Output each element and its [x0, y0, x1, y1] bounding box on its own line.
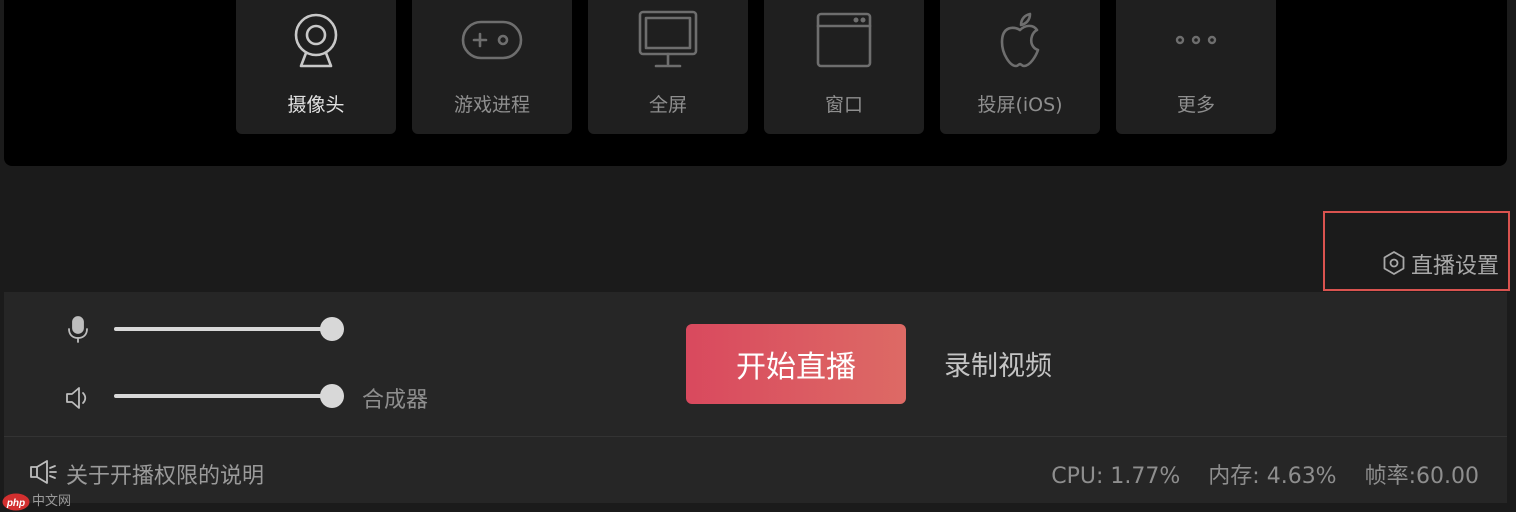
source-ios-mirror[interactable]: 投屏(iOS) [940, 0, 1100, 134]
watermark: php 中文网 [2, 493, 71, 511]
source-panel: 摄像头 游戏进程 全屏 窗口 投屏(iOS) 更多 [4, 0, 1507, 166]
webcam-icon [284, 8, 348, 72]
source-fullscreen[interactable]: 全屏 [588, 0, 748, 134]
source-window[interactable]: 窗口 [764, 0, 924, 134]
apple-icon [988, 8, 1052, 72]
window-icon [812, 8, 876, 72]
settings-hexagon-icon [1381, 250, 1407, 276]
mic-volume-thumb[interactable] [320, 317, 344, 341]
start-live-button[interactable]: 开始直播 [686, 324, 906, 404]
performance-stats: CPU: 1.77% 内存: 4.63% 帧率:60.00 [1023, 458, 1479, 490]
source-camera-label: 摄像头 [287, 94, 345, 116]
status-bar: 关于开播权限的说明 CPU: 1.77% 内存: 4.63% 帧率:60.00 [4, 437, 1507, 503]
speaker-volume-fill [114, 394, 332, 398]
megaphone-icon [28, 457, 58, 487]
source-fullscreen-label: 全屏 [648, 94, 687, 116]
mic-volume-slider[interactable] [114, 316, 344, 342]
source-window-label: 窗口 [824, 94, 863, 116]
source-more[interactable]: 更多 [1116, 0, 1276, 134]
monitor-icon [636, 8, 700, 72]
source-camera[interactable]: 摄像头 [236, 0, 396, 134]
mic-volume-fill [114, 327, 332, 331]
microphone-icon[interactable] [63, 314, 93, 344]
source-game-label: 游戏进程 [453, 94, 530, 116]
live-settings-label: 直播设置 [1411, 254, 1500, 279]
source-ios-label: 投屏(iOS) [977, 94, 1063, 116]
speaker-icon[interactable] [63, 383, 93, 413]
svg-text:php: php [6, 498, 25, 509]
live-studio-window: 摄像头 游戏进程 全屏 窗口 投屏(iOS) 更多 直播设置 合成器 开始直播 … [0, 0, 1516, 512]
memory-usage: 内存: 4.63% [1208, 464, 1337, 489]
permission-notice-text: 关于开播权限的说明 [66, 464, 265, 489]
frame-rate: 帧率:60.00 [1364, 464, 1479, 489]
watermark-text: 中文网 [32, 494, 72, 509]
more-icon [1164, 8, 1228, 72]
source-game-process[interactable]: 游戏进程 [412, 0, 572, 134]
php-logo: php [2, 493, 30, 511]
mixer-button[interactable]: 合成器 [362, 382, 428, 414]
speaker-volume-thumb[interactable] [320, 384, 344, 408]
live-settings-button[interactable]: 直播设置 [1323, 211, 1510, 291]
control-bar: 合成器 开始直播 录制视频 [4, 292, 1507, 436]
gamepad-icon [460, 8, 524, 72]
speaker-volume-slider[interactable] [114, 383, 344, 409]
cpu-usage: CPU: 1.77% [1051, 464, 1181, 489]
source-more-label: 更多 [1176, 94, 1215, 116]
record-video-button[interactable]: 录制视频 [944, 344, 1052, 383]
